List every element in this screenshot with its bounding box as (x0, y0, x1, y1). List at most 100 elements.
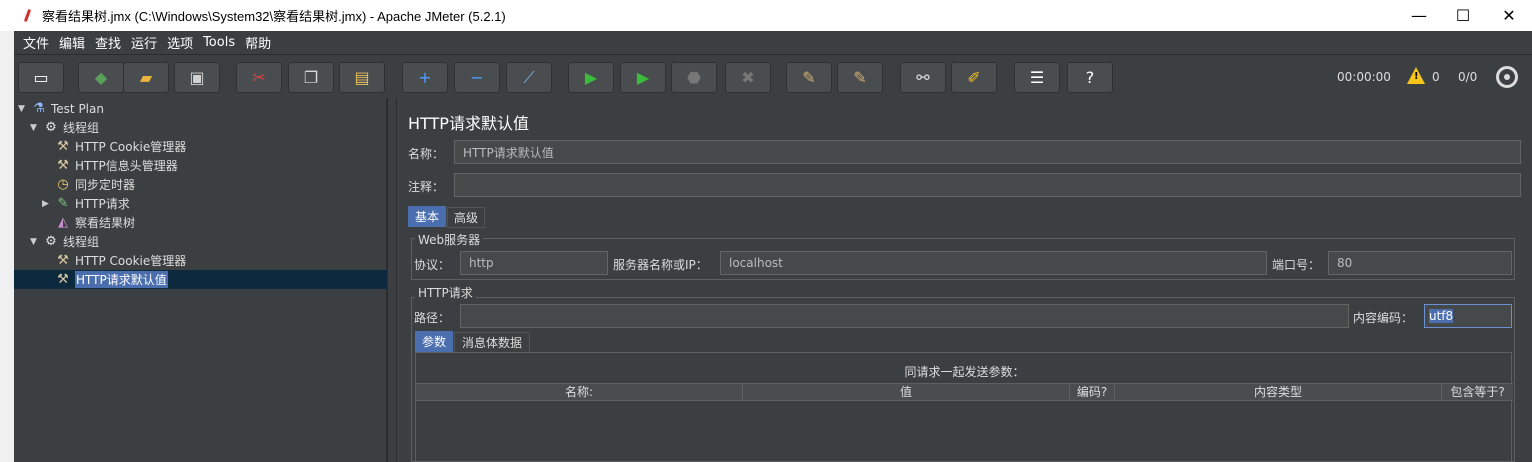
tree-node[interactable]: ▼ ⚙ 线程组 (14, 118, 387, 137)
tree-node-label: HTTP Cookie管理器 (75, 140, 187, 154)
maximize-button[interactable]: ☐ (1440, 0, 1486, 31)
comment-label: 注释： (408, 180, 445, 194)
window-title: 察看结果树.jmx (C:\Windows\System32\察看结果树.jmx… (42, 9, 506, 24)
tree-node-label: HTTP请求默认值 (75, 271, 168, 288)
open-button[interactable]: ▰ (123, 62, 169, 93)
web-server-group-title: Web服务器 (415, 231, 484, 248)
element-editor-panel: HTTP请求默认值 名称： HTTP请求默认值 注释： 基本 高级 Web服务器… (397, 98, 1532, 462)
expanded-toggle-icon[interactable]: ▼ (18, 104, 28, 114)
shutdown-icon: ✖ (741, 67, 755, 87)
save-icon: ▣ (189, 67, 205, 87)
search-button[interactable]: ⚯ (900, 62, 946, 93)
new-button[interactable]: ▭ (18, 62, 64, 93)
menu-help[interactable]: 帮助 (240, 33, 276, 52)
tree-node[interactable]: ⚒ HTTP信息头管理器 (14, 156, 387, 175)
reset-search-button[interactable]: ✐ (951, 62, 997, 93)
path-field[interactable] (460, 304, 1349, 328)
tree-node[interactable]: ⚒ HTTP Cookie管理器 (14, 137, 387, 156)
protocol-field[interactable]: http (460, 251, 608, 275)
copy-button[interactable]: ❐ (288, 62, 334, 93)
help-button[interactable]: ? (1067, 62, 1113, 93)
comment-field[interactable] (454, 173, 1521, 197)
start-button[interactable]: ▶ (568, 62, 614, 93)
tree-node[interactable]: ▼ ⚙ 线程组 (14, 232, 387, 251)
minimize-button[interactable]: — (1396, 0, 1442, 31)
tree-node[interactable]: ◭ 察看结果树 (14, 213, 387, 232)
split-pane-divider[interactable] (387, 98, 397, 462)
expand-button[interactable]: + (402, 62, 448, 93)
cut-button[interactable]: ✂ (236, 62, 282, 93)
server-name-field[interactable]: localhost (720, 251, 1267, 275)
close-button[interactable]: ✕ (1486, 0, 1532, 31)
expanded-toggle-icon[interactable]: ▼ (30, 237, 40, 247)
title-bar: 察看结果树.jmx (C:\Windows\System32\察看结果树.jmx… (0, 0, 1532, 31)
tab-body-data[interactable]: 消息体数据 (454, 332, 530, 353)
paste-icon: ▤ (354, 67, 370, 87)
expand-icon: + (418, 67, 432, 87)
panel-title: HTTP请求默认值 (408, 114, 529, 133)
column-include-equals[interactable]: 包含等于? (1442, 384, 1513, 401)
menu-edit[interactable]: 编辑 (54, 33, 90, 52)
flask-icon: ⚗ (33, 101, 45, 116)
wrench-icon: ⚒ (57, 272, 69, 287)
warning-count: 0 (1432, 70, 1440, 84)
column-value[interactable]: 值 (743, 384, 1070, 401)
save-button[interactable]: ▣ (174, 62, 220, 93)
tree-node[interactable]: ⚒ HTTP请求默认值 (14, 270, 387, 289)
search-icon: ⚯ (916, 67, 930, 87)
tab-basic[interactable]: 基本 (408, 206, 446, 227)
collapse-button[interactable]: − (454, 62, 500, 93)
templates-icon: ◆ (94, 67, 108, 87)
cut-icon: ✂ (252, 67, 266, 87)
menu-run[interactable]: 运行 (126, 33, 162, 52)
start-no-pause-button[interactable]: ▶ (620, 62, 666, 93)
function-helper-button[interactable]: ☰ (1014, 62, 1060, 93)
menu-file[interactable]: 文件 (18, 33, 54, 52)
column-content-type[interactable]: 内容类型 (1115, 384, 1442, 401)
menu-search[interactable]: 查找 (90, 33, 126, 52)
clear-icon: ✎ (802, 67, 816, 87)
open-icon: ▰ (139, 67, 153, 87)
collapsed-toggle-icon[interactable]: ▶ (42, 199, 52, 209)
remote-status-icon[interactable] (1496, 66, 1518, 88)
toggle-button[interactable]: ⟋ (506, 62, 552, 93)
templates-button[interactable]: ◆ (78, 62, 124, 93)
tree-node-label: 线程组 (63, 121, 100, 135)
port-field[interactable]: 80 (1328, 251, 1512, 275)
parameters-table-header: 名称: 值 编码? 内容类型 包含等于? (416, 383, 1513, 401)
tab-advanced[interactable]: 高级 (447, 207, 485, 228)
start-icon: ▶ (584, 67, 598, 87)
start-no-pause-icon: ▶ (636, 67, 650, 87)
toggle-icon: ⟋ (523, 67, 535, 87)
stop-button[interactable]: ⬣ (671, 62, 717, 93)
tree-node[interactable]: ▼ ⚗ Test Plan (14, 99, 387, 118)
clear-all-button[interactable]: ✎ (837, 62, 883, 93)
clear-button[interactable]: ✎ (786, 62, 832, 93)
name-field[interactable]: HTTP请求默认值 (454, 140, 1521, 164)
menu-options[interactable]: 选项 (162, 33, 198, 52)
port-label: 端口号： (1272, 258, 1321, 272)
column-encode[interactable]: 编码? (1070, 384, 1115, 401)
paste-button[interactable]: ▤ (339, 62, 385, 93)
background-window-strip (0, 31, 14, 462)
column-name[interactable]: 名称: (416, 384, 743, 401)
new-icon: ▭ (33, 67, 49, 87)
tab-parameters[interactable]: 参数 (415, 331, 453, 352)
protocol-label: 协议： (414, 258, 451, 272)
path-label: 路径： (414, 311, 451, 325)
tree-node-label: 同步定时器 (75, 178, 136, 192)
active-threads: 0/0 (1458, 70, 1478, 84)
jmeter-feather-icon (20, 8, 36, 24)
menu-tools[interactable]: Tools (198, 35, 240, 50)
expanded-toggle-icon[interactable]: ▼ (30, 123, 40, 133)
server-name-label: 服务器名称或IP： (613, 258, 708, 272)
parameters-table: 同请求一起发送参数： 名称: 值 编码? 内容类型 包含等于? (415, 352, 1513, 462)
help-icon: ? (1085, 67, 1095, 87)
content-encoding-field[interactable]: utf8 (1424, 304, 1512, 328)
tree-node[interactable]: ◷ 同步定时器 (14, 175, 387, 194)
gear-icon: ⚙ (45, 234, 57, 249)
warning-icon[interactable] (1407, 67, 1425, 84)
tree-node[interactable]: ⚒ HTTP Cookie管理器 (14, 251, 387, 270)
shutdown-button[interactable]: ✖ (725, 62, 771, 93)
tree-node[interactable]: ▶ ✎ HTTP请求 (14, 194, 387, 213)
